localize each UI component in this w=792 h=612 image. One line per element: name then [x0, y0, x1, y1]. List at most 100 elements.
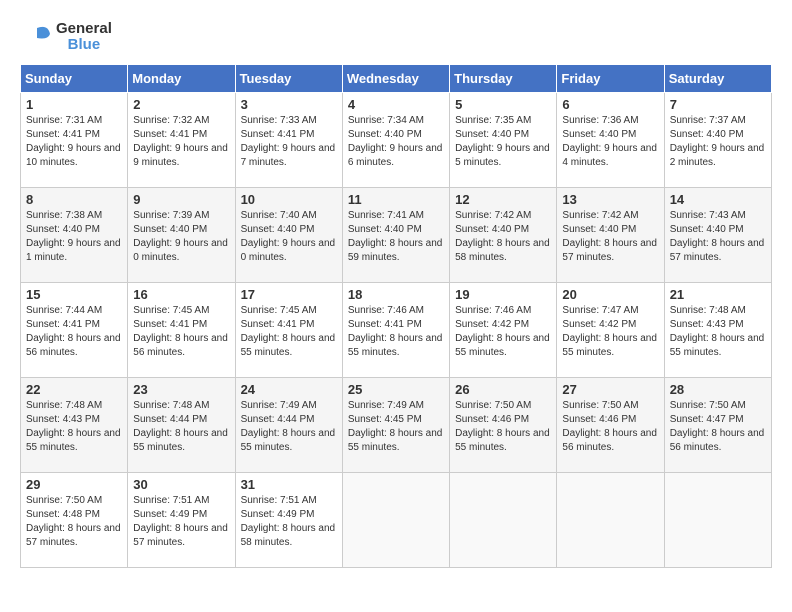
- logo-general-text: General: [56, 21, 112, 38]
- day-number: 16: [133, 287, 229, 302]
- calendar-cell: 16 Sunrise: 7:45 AM Sunset: 4:41 PM Dayl…: [128, 283, 235, 378]
- day-number: 13: [562, 192, 658, 207]
- day-header-tuesday: Tuesday: [235, 65, 342, 93]
- calendar-cell: 9 Sunrise: 7:39 AM Sunset: 4:40 PM Dayli…: [128, 188, 235, 283]
- calendar-cell: 24 Sunrise: 7:49 AM Sunset: 4:44 PM Dayl…: [235, 378, 342, 473]
- calendar-cell: 20 Sunrise: 7:47 AM Sunset: 4:42 PM Dayl…: [557, 283, 664, 378]
- calendar-cell: 26 Sunrise: 7:50 AM Sunset: 4:46 PM Dayl…: [450, 378, 557, 473]
- day-info: Sunrise: 7:50 AM Sunset: 4:48 PM Dayligh…: [26, 494, 122, 550]
- day-number: 25: [348, 382, 444, 397]
- day-number: 20: [562, 287, 658, 302]
- day-info: Sunrise: 7:48 AM Sunset: 4:44 PM Dayligh…: [133, 399, 229, 455]
- day-header-wednesday: Wednesday: [342, 65, 449, 93]
- day-number: 10: [241, 192, 337, 207]
- day-number: 9: [133, 192, 229, 207]
- day-info: Sunrise: 7:48 AM Sunset: 4:43 PM Dayligh…: [670, 304, 766, 360]
- day-info: Sunrise: 7:35 AM Sunset: 4:40 PM Dayligh…: [455, 114, 551, 170]
- day-number: 21: [670, 287, 766, 302]
- logo-graphic: [20, 20, 54, 54]
- day-number: 8: [26, 192, 122, 207]
- calendar-cell: 19 Sunrise: 7:46 AM Sunset: 4:42 PM Dayl…: [450, 283, 557, 378]
- day-number: 23: [133, 382, 229, 397]
- logo-blue-text: Blue: [56, 37, 112, 54]
- calendar-cell: 2 Sunrise: 7:32 AM Sunset: 4:41 PM Dayli…: [128, 93, 235, 188]
- day-info: Sunrise: 7:43 AM Sunset: 4:40 PM Dayligh…: [670, 209, 766, 265]
- day-number: 24: [241, 382, 337, 397]
- day-info: Sunrise: 7:37 AM Sunset: 4:40 PM Dayligh…: [670, 114, 766, 170]
- day-info: Sunrise: 7:42 AM Sunset: 4:40 PM Dayligh…: [562, 209, 658, 265]
- calendar-cell: 21 Sunrise: 7:48 AM Sunset: 4:43 PM Dayl…: [664, 283, 771, 378]
- logo: General Blue: [20, 20, 112, 54]
- day-number: 28: [670, 382, 766, 397]
- day-header-monday: Monday: [128, 65, 235, 93]
- day-number: 17: [241, 287, 337, 302]
- calendar-cell: 25 Sunrise: 7:49 AM Sunset: 4:45 PM Dayl…: [342, 378, 449, 473]
- day-info: Sunrise: 7:31 AM Sunset: 4:41 PM Dayligh…: [26, 114, 122, 170]
- day-info: Sunrise: 7:47 AM Sunset: 4:42 PM Dayligh…: [562, 304, 658, 360]
- day-header-friday: Friday: [557, 65, 664, 93]
- day-number: 12: [455, 192, 551, 207]
- day-number: 3: [241, 97, 337, 112]
- calendar-cell: 13 Sunrise: 7:42 AM Sunset: 4:40 PM Dayl…: [557, 188, 664, 283]
- day-info: Sunrise: 7:51 AM Sunset: 4:49 PM Dayligh…: [241, 494, 337, 550]
- day-number: 1: [26, 97, 122, 112]
- day-info: Sunrise: 7:42 AM Sunset: 4:40 PM Dayligh…: [455, 209, 551, 265]
- day-number: 27: [562, 382, 658, 397]
- day-info: Sunrise: 7:40 AM Sunset: 4:40 PM Dayligh…: [241, 209, 337, 265]
- calendar-cell: 5 Sunrise: 7:35 AM Sunset: 4:40 PM Dayli…: [450, 93, 557, 188]
- day-info: Sunrise: 7:41 AM Sunset: 4:40 PM Dayligh…: [348, 209, 444, 265]
- day-number: 14: [670, 192, 766, 207]
- day-header-saturday: Saturday: [664, 65, 771, 93]
- day-number: 22: [26, 382, 122, 397]
- calendar-cell: 11 Sunrise: 7:41 AM Sunset: 4:40 PM Dayl…: [342, 188, 449, 283]
- calendar-cell: 18 Sunrise: 7:46 AM Sunset: 4:41 PM Dayl…: [342, 283, 449, 378]
- calendar-cell: 23 Sunrise: 7:48 AM Sunset: 4:44 PM Dayl…: [128, 378, 235, 473]
- header: General Blue: [20, 20, 772, 54]
- day-info: Sunrise: 7:34 AM Sunset: 4:40 PM Dayligh…: [348, 114, 444, 170]
- calendar-cell: [557, 473, 664, 568]
- calendar-cell: 8 Sunrise: 7:38 AM Sunset: 4:40 PM Dayli…: [21, 188, 128, 283]
- calendar-cell: 28 Sunrise: 7:50 AM Sunset: 4:47 PM Dayl…: [664, 378, 771, 473]
- day-info: Sunrise: 7:45 AM Sunset: 4:41 PM Dayligh…: [133, 304, 229, 360]
- calendar-cell: 29 Sunrise: 7:50 AM Sunset: 4:48 PM Dayl…: [21, 473, 128, 568]
- day-number: 15: [26, 287, 122, 302]
- calendar-table: SundayMondayTuesdayWednesdayThursdayFrid…: [20, 64, 772, 568]
- calendar-cell: 10 Sunrise: 7:40 AM Sunset: 4:40 PM Dayl…: [235, 188, 342, 283]
- calendar-cell: 15 Sunrise: 7:44 AM Sunset: 4:41 PM Dayl…: [21, 283, 128, 378]
- calendar-cell: 22 Sunrise: 7:48 AM Sunset: 4:43 PM Dayl…: [21, 378, 128, 473]
- day-info: Sunrise: 7:44 AM Sunset: 4:41 PM Dayligh…: [26, 304, 122, 360]
- calendar-cell: 1 Sunrise: 7:31 AM Sunset: 4:41 PM Dayli…: [21, 93, 128, 188]
- calendar-cell: 7 Sunrise: 7:37 AM Sunset: 4:40 PM Dayli…: [664, 93, 771, 188]
- calendar-cell: 3 Sunrise: 7:33 AM Sunset: 4:41 PM Dayli…: [235, 93, 342, 188]
- day-info: Sunrise: 7:50 AM Sunset: 4:47 PM Dayligh…: [670, 399, 766, 455]
- calendar-cell: [342, 473, 449, 568]
- day-header-sunday: Sunday: [21, 65, 128, 93]
- day-info: Sunrise: 7:39 AM Sunset: 4:40 PM Dayligh…: [133, 209, 229, 265]
- day-number: 7: [670, 97, 766, 112]
- day-info: Sunrise: 7:36 AM Sunset: 4:40 PM Dayligh…: [562, 114, 658, 170]
- calendar-cell: 27 Sunrise: 7:50 AM Sunset: 4:46 PM Dayl…: [557, 378, 664, 473]
- day-number: 18: [348, 287, 444, 302]
- day-number: 4: [348, 97, 444, 112]
- calendar-cell: 14 Sunrise: 7:43 AM Sunset: 4:40 PM Dayl…: [664, 188, 771, 283]
- day-number: 26: [455, 382, 551, 397]
- day-info: Sunrise: 7:46 AM Sunset: 4:42 PM Dayligh…: [455, 304, 551, 360]
- day-number: 30: [133, 477, 229, 492]
- day-number: 2: [133, 97, 229, 112]
- calendar-cell: 12 Sunrise: 7:42 AM Sunset: 4:40 PM Dayl…: [450, 188, 557, 283]
- day-number: 31: [241, 477, 337, 492]
- day-number: 19: [455, 287, 551, 302]
- day-info: Sunrise: 7:50 AM Sunset: 4:46 PM Dayligh…: [455, 399, 551, 455]
- calendar-cell: [450, 473, 557, 568]
- calendar-cell: 17 Sunrise: 7:45 AM Sunset: 4:41 PM Dayl…: [235, 283, 342, 378]
- day-info: Sunrise: 7:48 AM Sunset: 4:43 PM Dayligh…: [26, 399, 122, 455]
- day-info: Sunrise: 7:46 AM Sunset: 4:41 PM Dayligh…: [348, 304, 444, 360]
- day-header-thursday: Thursday: [450, 65, 557, 93]
- calendar-cell: [664, 473, 771, 568]
- day-number: 11: [348, 192, 444, 207]
- day-number: 5: [455, 97, 551, 112]
- calendar-cell: 6 Sunrise: 7:36 AM Sunset: 4:40 PM Dayli…: [557, 93, 664, 188]
- day-info: Sunrise: 7:51 AM Sunset: 4:49 PM Dayligh…: [133, 494, 229, 550]
- calendar-cell: 31 Sunrise: 7:51 AM Sunset: 4:49 PM Dayl…: [235, 473, 342, 568]
- day-info: Sunrise: 7:38 AM Sunset: 4:40 PM Dayligh…: [26, 209, 122, 265]
